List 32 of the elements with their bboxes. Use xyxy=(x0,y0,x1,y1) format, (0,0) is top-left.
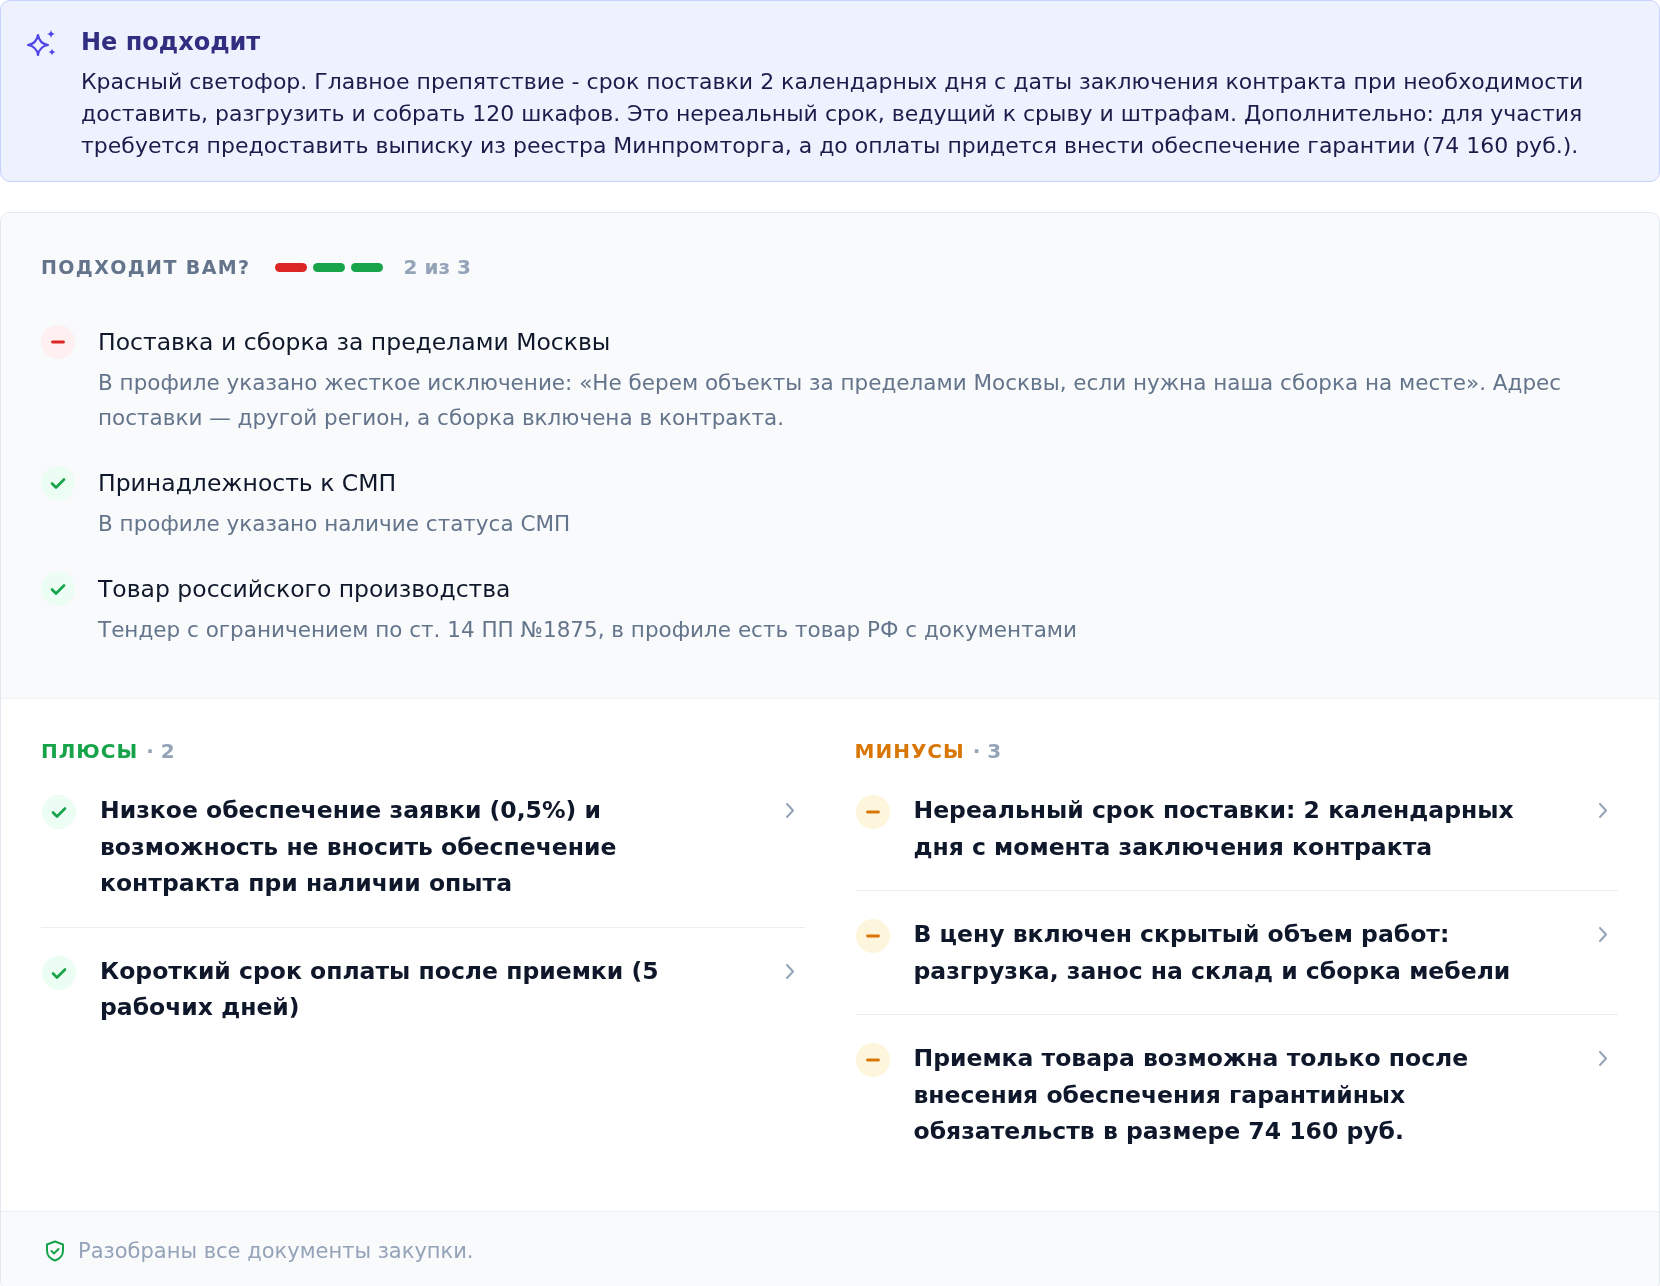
chevron-right-icon[interactable] xyxy=(1598,1050,1608,1067)
criterion-title: Принадлежность к СМП xyxy=(98,468,398,499)
criterion-title: Поставка и сборка за пределами Москвы xyxy=(98,327,612,358)
advantage-text: Низкое обеспечение заявки (0,5%) и возможность не вносить обеспечение контракта при наличии опыта xyxy=(100,795,618,899)
criterion-description: Тендер с ограничением по ст. 14 ПП №1875, в профиле есть товар РФ с документами xyxy=(98,616,1079,644)
chevron-right-icon[interactable] xyxy=(784,962,795,980)
minus-icon xyxy=(855,795,890,829)
drawback-text: В цену включен скрытый объем работ: разгрузка, занос на склад и сборка мебели xyxy=(913,919,1512,987)
verdict-title: Не подходит xyxy=(81,27,262,58)
verdict-text: Красный светофор. Главное препятствие - срок поставки 2 календарных дня с даты заключения контракта при необходимости доставить, разгрузить и собрать 120 шкафов. Это нереальный срок, ведущий к срыву и штрафам. Дополнительно: для участия требуется предоставить выписку из реестра Минпромторга, а до оплаты придется внести обеспечение гарантии (74 160 руб.). xyxy=(81,68,1585,160)
count-label: · 3 xyxy=(972,739,1002,763)
minus-icon xyxy=(855,919,890,953)
criterion-description: В профиле указано жесткое исключение: «Не берем объекты за пределами Москвы, если нужна наша сборка на месте». Адрес поставки — другой регион, а сборка включена в контракта. xyxy=(98,369,1563,432)
count-label: · 2 xyxy=(146,739,175,763)
criterion-title: Товар российского производства xyxy=(98,574,512,605)
fit-heading: ПОДХОДИТ ВАМ? xyxy=(41,255,251,279)
sparkle-icon xyxy=(26,29,57,57)
criterion-description: В профиле указано наличие статуса СМП xyxy=(98,510,572,538)
chevron-right-icon[interactable] xyxy=(1598,802,1608,819)
score-label: 2 из 3 xyxy=(403,255,471,279)
chevron-right-icon[interactable] xyxy=(1598,926,1608,943)
check-icon xyxy=(42,795,76,829)
pros-heading: ПЛЮСЫ xyxy=(41,739,139,763)
chevron-right-icon[interactable] xyxy=(784,802,795,819)
check-icon xyxy=(42,955,76,990)
cons-heading: МИНУСЫ xyxy=(854,739,965,763)
drawback-text: Нереальный срок поставки: 2 календарных дня с момента заключения контракта xyxy=(913,795,1515,863)
drawback-text: Приемка товара возможна только после внесения обеспечения гарантийных обязательств в размере 74 160 руб. xyxy=(913,1043,1470,1147)
shield-check-icon xyxy=(45,1239,65,1262)
minus-icon xyxy=(855,1043,890,1077)
advantage-text: Короткий срок оплаты после приемки (5 рабочих дней) xyxy=(100,955,660,1023)
footer-text: Разобраны все документы закупки. xyxy=(78,1237,474,1265)
